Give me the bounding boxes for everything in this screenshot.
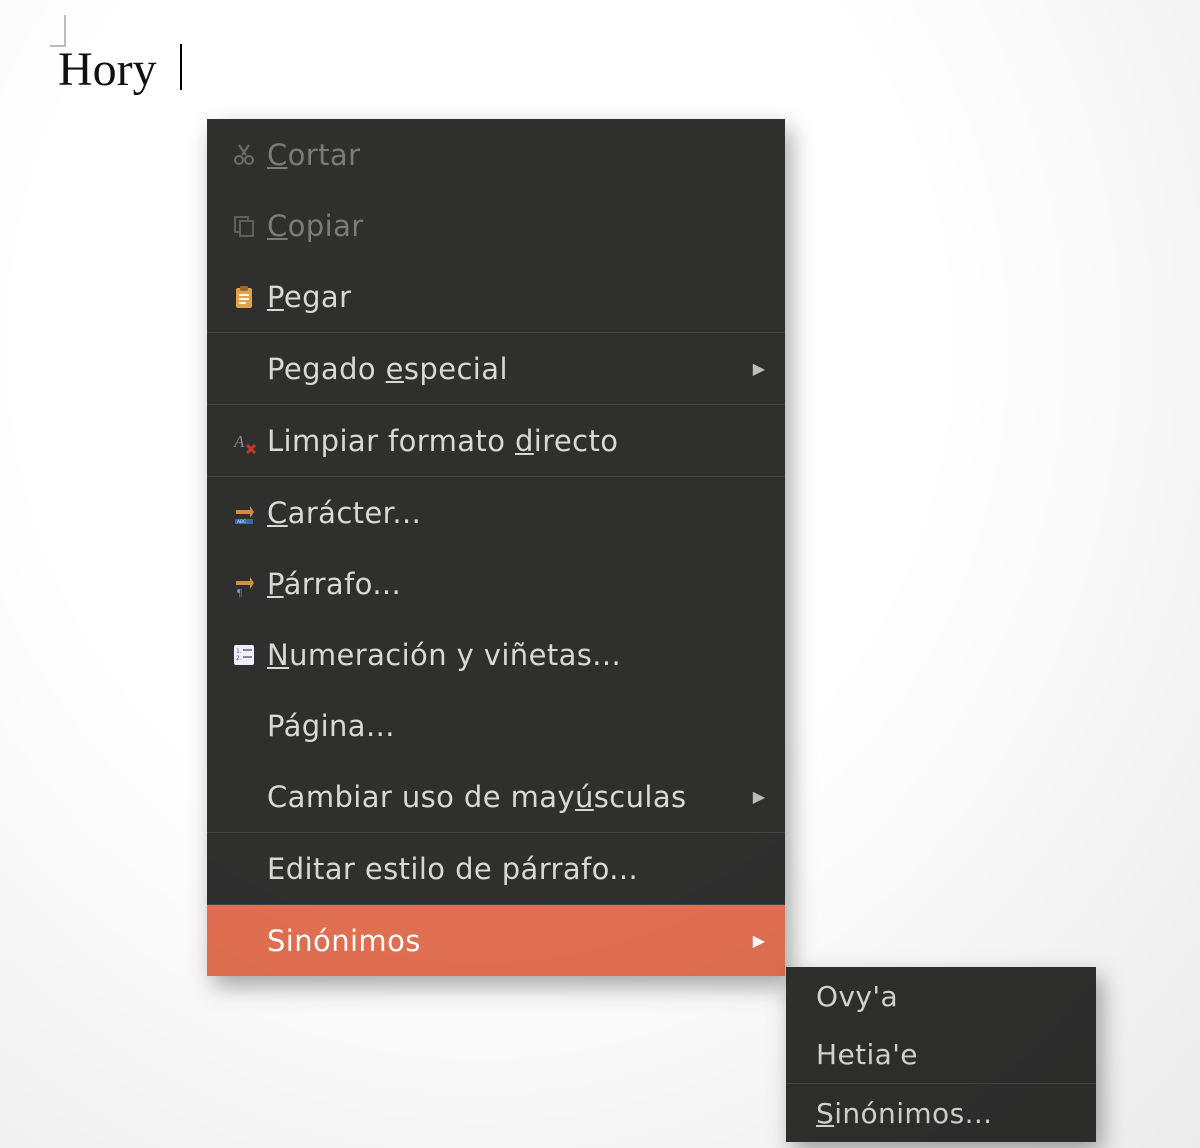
submenu-item-hetia-e[interactable]: Hetia'e	[786, 1025, 1096, 1083]
menu-item-label: Carácter...	[267, 496, 745, 530]
menu-item-label: Limpiar formato directo	[267, 424, 745, 458]
menu-item-label: Cortar	[267, 138, 745, 172]
submenu-item-label: Ovy'a	[816, 980, 1076, 1013]
svg-text:A: A	[233, 432, 245, 451]
svg-text:2.: 2.	[236, 655, 242, 662]
submenu-item-label: Sinónimos...	[816, 1097, 1076, 1130]
svg-text:¶: ¶	[237, 587, 242, 598]
paste-icon	[221, 283, 267, 311]
character-icon: ABC	[221, 499, 267, 527]
menu-item-limpiar-formato-directo[interactable]: A Limpiar formato directo	[207, 404, 785, 476]
menu-item-caracter[interactable]: ABC Carácter...	[207, 476, 785, 548]
menu-item-label: Editar estilo de párrafo...	[267, 852, 745, 886]
menu-item-pegar[interactable]: Pegar	[207, 261, 785, 332]
submenu-item-sinonimos[interactable]: Sinónimos...	[786, 1083, 1096, 1142]
scissors-icon	[221, 141, 267, 169]
menu-item-pagina[interactable]: Página...	[207, 690, 785, 761]
menu-item-label: Página...	[267, 709, 745, 743]
menu-item-sinonimos[interactable]: Sinónimos▶	[207, 904, 785, 976]
submenu-arrow-icon: ▶	[745, 359, 765, 378]
menu-item-label: Copiar	[267, 209, 745, 243]
submenu-arrow-icon: ▶	[745, 931, 765, 950]
submenu-item-label: Hetia'e	[816, 1038, 1076, 1071]
submenu-item-ovy-a[interactable]: Ovy'a	[786, 967, 1096, 1025]
menu-item-label: Sinónimos	[267, 924, 745, 958]
svg-text:ABC: ABC	[237, 519, 246, 525]
svg-text:1.: 1.	[236, 648, 242, 655]
clear-format-icon: A	[221, 427, 267, 455]
menu-item-cambiar-uso-de-mayusculas[interactable]: Cambiar uso de mayúsculas▶	[207, 761, 785, 832]
menu-item-label: Pegado especial	[267, 352, 745, 386]
text-cursor	[180, 44, 182, 90]
menu-item-label: Párrafo...	[267, 567, 745, 601]
synonyms-submenu[interactable]: Ovy'a Hetia'e Sinónimos...	[786, 967, 1096, 1142]
context-menu[interactable]: Cortar Copiar PegarPegado especial▶A Lim…	[207, 119, 785, 976]
paragraph-icon: ¶	[221, 570, 267, 598]
menu-item-numeracion-y-vinetas[interactable]: 1. 2. Numeración y viñetas...	[207, 619, 785, 690]
menu-item-label: Pegar	[267, 280, 745, 314]
document-typed-word: Hory	[58, 42, 157, 97]
menu-item-label: Numeración y viñetas...	[267, 638, 745, 672]
menu-item-label: Cambiar uso de mayúsculas	[267, 780, 745, 814]
menu-item-pegado-especial[interactable]: Pegado especial▶	[207, 332, 785, 404]
list-icon: 1. 2.	[221, 641, 267, 669]
menu-item-cortar: Cortar	[207, 119, 785, 190]
menu-item-parrafo[interactable]: ¶ Párrafo...	[207, 548, 785, 619]
menu-item-copiar: Copiar	[207, 190, 785, 261]
submenu-arrow-icon: ▶	[745, 787, 765, 806]
copy-icon	[221, 212, 267, 240]
menu-item-editar-estilo-de-parrafo[interactable]: Editar estilo de párrafo...	[207, 832, 785, 904]
